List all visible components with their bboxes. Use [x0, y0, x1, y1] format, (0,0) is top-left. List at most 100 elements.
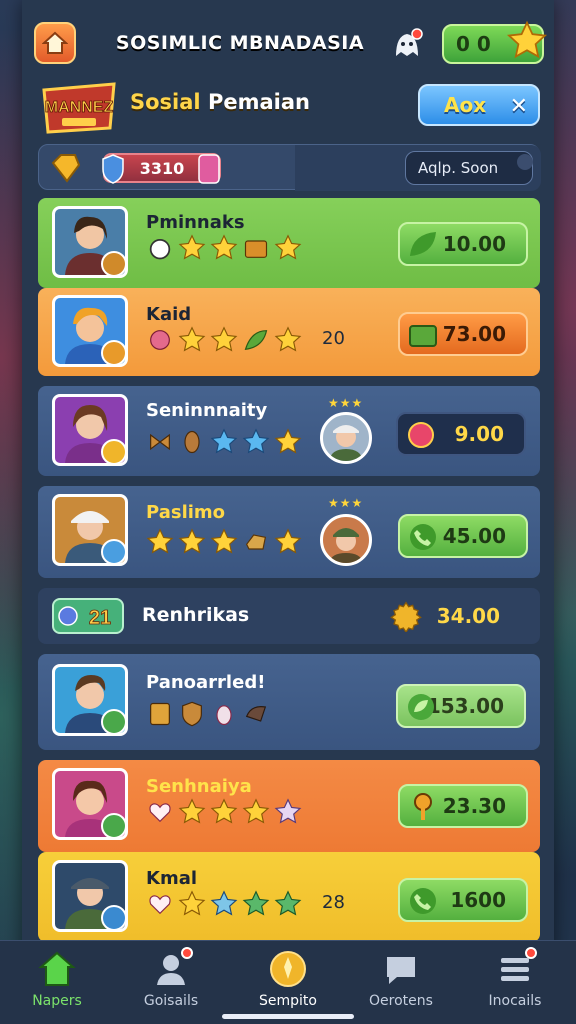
phone-icon [410, 888, 436, 914]
price-button[interactable]: 73.00 [398, 312, 528, 356]
app-title: SOSIMLIC MBNADASIA [115, 32, 365, 54]
chest-icon [244, 240, 268, 258]
rating-stars [146, 428, 302, 456]
egg-icon [216, 705, 232, 726]
heart-icon [149, 803, 171, 823]
price-button[interactable]: 1600 [398, 878, 528, 922]
star-icon [274, 326, 302, 352]
leaf-icon [410, 232, 436, 256]
star-icon [210, 326, 238, 352]
player-name: Paslimo [146, 502, 226, 523]
star-icon [274, 798, 302, 824]
bow-icon [150, 433, 170, 451]
search-toggle[interactable] [517, 154, 533, 170]
star-icon [210, 890, 238, 916]
notification-button[interactable] [390, 28, 424, 60]
apple-icon [149, 238, 171, 260]
star-icon [210, 798, 238, 824]
star-icon [146, 528, 174, 554]
book-icon [150, 702, 170, 726]
opponent-avatar[interactable] [320, 412, 372, 464]
player-name: Seninnnaity [146, 400, 268, 421]
star-icon [210, 234, 238, 260]
nav-item-players[interactable]: Napers [12, 949, 102, 1009]
coin-value: 0 0 [456, 32, 491, 56]
bottom-nav: Napers Goisails Sempito Oerotens Inocail… [0, 940, 576, 1024]
player-row[interactable]: Senhnaiya 23.30 [38, 760, 540, 852]
star-icon [242, 428, 270, 454]
hand-icon [245, 534, 267, 550]
section-label: Renhrikas [142, 604, 250, 626]
search-input[interactable]: Aqlp. Soon [405, 151, 533, 185]
price-button[interactable]: 153.00 [396, 684, 526, 728]
horn-icon [245, 706, 267, 722]
chat-icon [387, 957, 415, 984]
price-button[interactable]: 23.30 [398, 784, 528, 828]
rating-stars [146, 528, 302, 556]
close-icon[interactable]: ✕ [510, 94, 528, 119]
star-icon [274, 234, 302, 260]
price-button[interactable]: 9.00 [396, 412, 526, 456]
avatar [52, 664, 128, 736]
gold-gem-icon[interactable] [49, 153, 83, 183]
star-icon [178, 326, 206, 352]
nav-item-social[interactable]: Goisails [126, 947, 216, 1009]
score-pill[interactable]: 3310 [102, 153, 221, 184]
player-row[interactable]: Panoarrled! 153.00 [38, 654, 540, 750]
opponent-avatar[interactable] [320, 514, 372, 566]
section-header[interactable]: 21 Renhrikas 34.00 [38, 588, 540, 644]
potion-badge: 21 [52, 598, 124, 634]
avatar [52, 494, 128, 566]
rating-stars [146, 798, 302, 826]
add-friend-button[interactable]: Aox ✕ [418, 84, 540, 126]
rating-stars [146, 890, 302, 918]
heart-icon [198, 154, 220, 184]
player-name: Pminnaks [146, 212, 245, 233]
star-icon [210, 528, 238, 554]
search-area: Aqlp. Soon [295, 145, 541, 191]
star-icon [210, 428, 238, 454]
coin-balance[interactable]: 0 0 [442, 20, 548, 64]
ghost-icon [396, 28, 423, 56]
nav-item-settings[interactable]: Inocails [470, 947, 560, 1009]
page-title: Sosial Pemaian [130, 90, 310, 114]
avatar [52, 768, 128, 840]
fire-icon [408, 422, 434, 448]
gear-icon [390, 601, 422, 632]
game-logo: MANNEZ [38, 76, 120, 138]
nav-item-center[interactable]: Sempito [243, 949, 333, 1009]
phone-icon [410, 524, 436, 550]
rank-stars: ★★★ [328, 496, 364, 510]
price-button[interactable]: 45.00 [398, 514, 528, 558]
star-icon [274, 890, 302, 916]
player-name: Panoarrled! [146, 672, 266, 693]
gold-coin-icon [270, 951, 306, 987]
star-icon [506, 20, 548, 59]
herb-icon [244, 330, 268, 351]
rank-stars: ★★★ [328, 396, 364, 410]
home-icon [38, 951, 76, 986]
home-button[interactable] [34, 22, 76, 64]
star-icon [242, 890, 270, 916]
home-indicator[interactable] [222, 1014, 354, 1019]
star-icon [178, 528, 206, 554]
top-bar: SOSIMLIC MBNADASIA 0 0 [0, 0, 576, 82]
player-rank: 28 [322, 892, 345, 913]
star-icon [242, 798, 270, 824]
player-row[interactable]: Pminnaks 10.00 [38, 198, 540, 288]
filter-bar: 3310 Aqlp. Soon [38, 144, 541, 191]
player-row[interactable]: Paslimo ★★★ 45.00 [38, 486, 540, 578]
rating-stars [146, 700, 270, 728]
star-icon [274, 428, 302, 454]
avatar [52, 295, 128, 367]
player-row[interactable]: Kaid 20 73.00 [38, 288, 540, 376]
section-value: 34.00 [436, 604, 500, 628]
player-row[interactable]: Kmal 28 1600 [38, 852, 540, 942]
nav-item-chat[interactable]: Oerotens [356, 949, 446, 1009]
player-row[interactable]: Seninnnaity ★★★ 9.00 [38, 386, 540, 476]
price-button[interactable]: 10.00 [398, 222, 528, 266]
leaf-icon [408, 694, 434, 720]
avatar [52, 206, 128, 278]
star-icon [178, 234, 206, 260]
rose-icon [150, 330, 170, 350]
